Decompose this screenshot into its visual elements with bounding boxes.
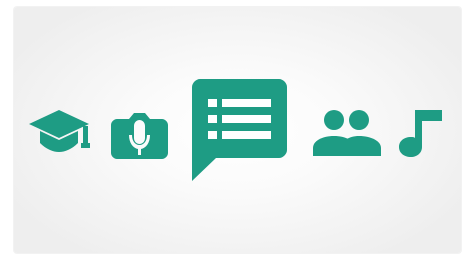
music-note-icon <box>397 108 443 158</box>
icon-row <box>0 0 465 255</box>
form-chat-bubble-icon <box>192 79 287 181</box>
people-group-icon <box>313 110 381 156</box>
camera-microphone-icon <box>111 111 168 159</box>
graduation-cap-icon <box>28 108 91 154</box>
